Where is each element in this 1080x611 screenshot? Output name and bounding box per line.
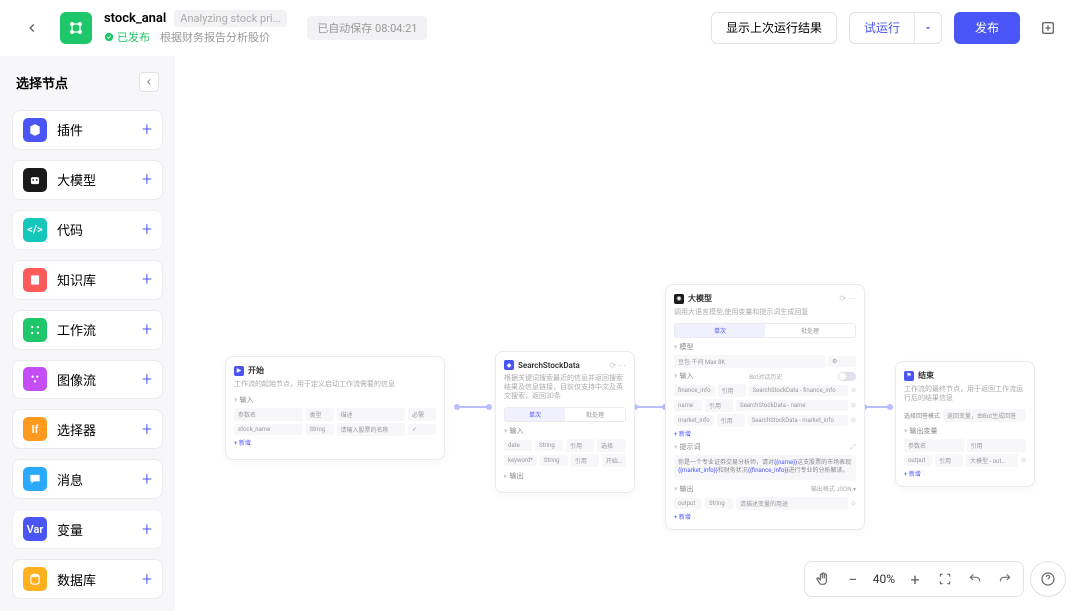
robot-icon — [23, 168, 47, 192]
flow-node-end[interactable]: ⚑ 结束 工作流的最终节点，用于返回工作流运行后的结果信息 选择回答模式 返回变… — [895, 361, 1035, 487]
node-desc: 工作流的起始节点，用于定义启动工作流需要的信息 — [234, 380, 436, 389]
app-subtitle: 根据财务报告分析股价 — [160, 29, 270, 45]
node-title: SearchStockData — [518, 361, 580, 370]
sidebar-item-workflow[interactable]: 工作流 + — [12, 310, 163, 350]
app-icon — [60, 12, 92, 44]
mode-tabs[interactable]: 单次 批处理 — [504, 407, 626, 422]
add-icon[interactable]: + — [142, 519, 152, 540]
add-icon[interactable]: + — [142, 469, 152, 490]
sidebar-item-selector[interactable]: If 选择器 + — [12, 409, 163, 449]
zoom-label: 40% — [869, 572, 899, 586]
sidebar: 选择节点 插件 + 大模型 + </> 代码 + 知识库 + 工作流 — [0, 56, 175, 611]
zoom-toolbar: − 40% + — [804, 561, 1024, 597]
sidebar-item-label: 工作流 — [57, 320, 132, 339]
add-icon[interactable]: + — [142, 219, 152, 240]
mode-tabs[interactable]: 单次 批处理 — [674, 323, 856, 338]
add-icon[interactable]: + — [142, 319, 152, 340]
node-actions[interactable]: ⟳ ⋯ — [839, 294, 856, 303]
node-desc: 根据关键词搜索最近的信息并返回搜索结果及信息链接，目前仅支持中文及英文搜索，返回… — [504, 374, 626, 401]
sidebar-item-label: 插件 — [57, 120, 132, 139]
fit-button[interactable] — [931, 565, 959, 593]
canvas[interactable]: ▶ 开始 工作流的起始节点，用于定义启动工作流需要的信息 ▾输入 参数名 类型 … — [175, 56, 1080, 611]
cube-icon — [23, 118, 47, 142]
edge — [635, 406, 665, 408]
status-badge: 已发布 — [104, 29, 150, 45]
add-output-button[interactable]: + 新增 — [674, 512, 856, 521]
code-icon: </> — [23, 218, 47, 242]
node-title: 开始 — [248, 365, 264, 376]
message-icon — [23, 467, 47, 491]
robot-icon: ◉ — [674, 294, 684, 304]
prompt-textarea[interactable]: 你是一个专业证券交易分析师，请对{{name}}这支股票的市场表现{{marke… — [674, 455, 856, 480]
book-icon — [23, 268, 47, 292]
sidebar-title: 选择节点 — [16, 73, 68, 92]
show-last-run-button[interactable]: 显示上次运行结果 — [711, 12, 837, 44]
app-info: stock_anal Analyzing stock pri... 已发布 根据… — [104, 10, 287, 45]
play-icon: ▶ — [234, 366, 244, 376]
sidebar-item-label: 代码 — [57, 220, 132, 239]
add-input-button[interactable]: + 新增 — [674, 429, 856, 438]
node-title: 结束 — [918, 370, 934, 381]
sidebar-item-label: 选择器 — [57, 420, 132, 439]
node-title: 大模型 — [688, 293, 712, 304]
flow-node-search[interactable]: ◆ SearchStockData ⟳ ⋯ 根据关键词搜索最近的信息并返回搜索结… — [495, 351, 635, 493]
add-icon[interactable]: + — [142, 269, 152, 290]
edge — [864, 406, 890, 408]
redo-button[interactable] — [991, 565, 1019, 593]
app-hint: Analyzing stock pri... — [174, 10, 287, 27]
test-run-button[interactable]: 试运行 — [849, 12, 914, 44]
sidebar-item-knowledge[interactable]: 知识库 + — [12, 260, 163, 300]
collapse-sidebar-button[interactable] — [139, 72, 159, 92]
var-icon: Var — [23, 517, 47, 541]
sidebar-item-label: 数据库 — [57, 570, 132, 589]
sidebar-item-label: 消息 — [57, 470, 132, 489]
test-run-split-button[interactable]: 试运行 — [849, 12, 942, 44]
sidebar-item-label: 大模型 — [57, 170, 132, 189]
add-icon[interactable]: + — [142, 369, 152, 390]
sidebar-item-label: 知识库 — [57, 270, 132, 289]
sidebar-item-imageflow[interactable]: 图像流 + — [12, 360, 163, 400]
cube-icon: ◆ — [504, 360, 514, 370]
workflow-icon — [23, 318, 47, 342]
sidebar-item-plugin[interactable]: 插件 + — [12, 110, 163, 150]
sidebar-item-label: 变量 — [57, 520, 132, 539]
image-icon — [23, 367, 47, 391]
zoom-out-button[interactable]: − — [839, 565, 867, 593]
test-run-caret[interactable] — [914, 12, 942, 44]
flow-node-start[interactable]: ▶ 开始 工作流的起始节点，用于定义启动工作流需要的信息 ▾输入 参数名 类型 … — [225, 356, 445, 460]
app-title: stock_anal — [104, 11, 166, 26]
add-icon[interactable]: + — [142, 169, 152, 190]
node-desc: 工作流的最终节点，用于返回工作流运行后的结果信息 — [904, 385, 1026, 403]
node-actions[interactable]: ⟳ ⋯ — [609, 361, 626, 370]
zoom-in-button[interactable]: + — [901, 565, 929, 593]
add-icon[interactable]: + — [142, 119, 152, 140]
bot-history-toggle[interactable] — [838, 372, 856, 381]
sidebar-item-database[interactable]: 数据库 + — [12, 559, 163, 599]
sidebar-item-label: 图像流 — [57, 370, 132, 389]
add-icon[interactable]: + — [142, 419, 152, 440]
if-icon: If — [23, 417, 47, 441]
publish-button[interactable]: 发布 — [954, 12, 1020, 44]
flag-icon: ⚑ — [904, 371, 914, 381]
help-button[interactable] — [1030, 561, 1066, 597]
undo-button[interactable] — [961, 565, 989, 593]
topbar: stock_anal Analyzing stock pri... 已发布 根据… — [0, 0, 1080, 56]
database-icon — [23, 567, 47, 591]
sidebar-item-code[interactable]: </> 代码 + — [12, 210, 163, 250]
add-output-button[interactable]: + 新增 — [904, 469, 1026, 478]
flow-node-llm[interactable]: ◉ 大模型 ⟳ ⋯ 调用大语言模型,使用变量和提示词生成回复 单次 批处理 ▾模… — [665, 284, 865, 530]
autosave-label: 已自动保存 08:04:21 — [307, 16, 427, 40]
hand-tool-button[interactable] — [809, 565, 837, 593]
edge — [457, 406, 489, 408]
add-param-button[interactable]: + 新增 — [234, 438, 436, 447]
sidebar-item-variable[interactable]: Var 变量 + — [12, 509, 163, 549]
node-desc: 调用大语言模型,使用变量和提示词生成回复 — [674, 308, 856, 317]
add-icon[interactable]: + — [142, 569, 152, 590]
back-button[interactable] — [16, 12, 48, 44]
sidebar-item-llm[interactable]: 大模型 + — [12, 160, 163, 200]
more-icon-button[interactable] — [1032, 12, 1064, 44]
sidebar-item-message[interactable]: 消息 + — [12, 459, 163, 499]
